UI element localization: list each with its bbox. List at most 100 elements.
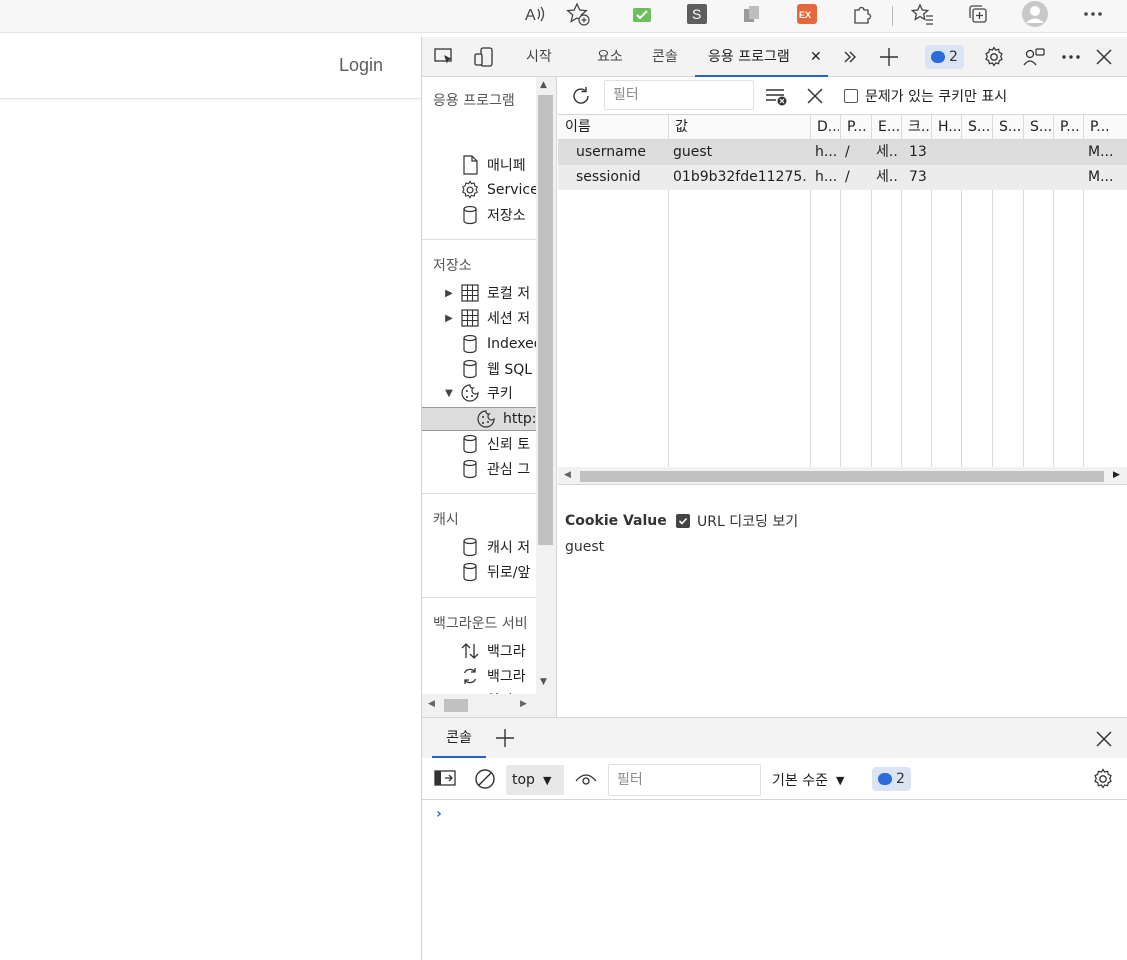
column-header[interactable]: D... <box>817 115 839 140</box>
profile-avatar-icon[interactable] <box>1021 0 1049 28</box>
show-sidebar-icon[interactable] <box>434 769 456 789</box>
column-header[interactable]: S... <box>968 115 991 140</box>
device-emulation-icon[interactable] <box>470 43 498 71</box>
context-selector[interactable]: top ▼ <box>506 765 564 795</box>
customize-more-icon[interactable] <box>1057 43 1085 71</box>
column-header[interactable]: S... <box>999 115 1022 140</box>
column-header[interactable]: 크... <box>908 115 930 140</box>
sidebar-item-web-sql[interactable]: 웹 SQL <box>422 357 536 381</box>
sidebar-item-storage[interactable]: 저장소 <box>422 203 536 227</box>
sidebar-horizontal-scrollbar[interactable]: ◀ ▶ <box>422 694 536 717</box>
console-settings-gear-icon[interactable] <box>1092 768 1114 790</box>
collections-icon[interactable] <box>964 0 992 28</box>
checkbox-checked[interactable] <box>676 514 690 528</box>
drawer-tab-console[interactable]: 콘솔 <box>432 718 486 758</box>
tab-welcome[interactable]: 시작 <box>526 37 552 77</box>
tab-elements[interactable]: 요소 <box>597 37 623 77</box>
settings-gear-icon[interactable] <box>980 43 1008 71</box>
tab-application[interactable]: 응용 프로그램 ✕ <box>695 37 828 77</box>
expand-arrow-icon[interactable]: ▶ <box>444 313 454 324</box>
sidebar-item-session-storage[interactable]: ▶ 세션 저 <box>422 306 536 330</box>
delete-selected-icon[interactable] <box>806 87 824 105</box>
sidebar-item-back-forward-cache[interactable]: 뒤로/앞 <box>422 560 536 584</box>
sidebar-hscroll-thumb[interactable] <box>444 699 468 712</box>
column-header[interactable]: S... <box>1030 115 1052 140</box>
sidebar-item-cookie-origin[interactable]: http: <box>422 407 536 431</box>
close-devtools-icon[interactable] <box>1090 43 1118 71</box>
collapse-arrow-icon[interactable]: ▼ <box>444 388 454 399</box>
add-tab-icon[interactable] <box>875 43 903 71</box>
column-header[interactable]: P... <box>1060 115 1082 140</box>
more-menu-icon[interactable] <box>1079 0 1107 28</box>
sidebar-item-cache-storage[interactable]: 캐시 저 <box>422 535 536 559</box>
scroll-up-arrow-icon[interactable]: ▲ <box>540 80 547 90</box>
console-issues-badge[interactable]: 2 <box>872 767 911 791</box>
sidebar-item-label: 백그라 <box>487 644 526 660</box>
issues-badge[interactable]: 2 <box>925 45 964 69</box>
gear-icon <box>460 180 480 200</box>
tab-console[interactable]: 콘솔 <box>652 37 678 77</box>
inspect-element-icon[interactable] <box>430 43 458 71</box>
expand-arrow-icon[interactable]: ▶ <box>444 288 454 299</box>
sidebar-item-interest-groups[interactable]: 관심 그 <box>422 457 536 481</box>
column-header[interactable]: P... <box>847 115 870 140</box>
extension-green-icon[interactable] <box>628 0 656 28</box>
sidebar-item-cookies[interactable]: ▼ 쿠키 <box>422 381 536 405</box>
refresh-icon[interactable] <box>568 83 594 109</box>
console-filter-input[interactable] <box>608 764 761 796</box>
sidebar-scroll-thumb[interactable] <box>538 95 553 545</box>
sidebar-item-manifest[interactable]: 매니페 <box>422 153 536 177</box>
clear-all-cookies-icon[interactable] <box>764 85 788 107</box>
database-icon <box>460 334 480 354</box>
log-levels-dropdown[interactable]: 기본 수준 ▼ <box>772 770 844 790</box>
console-toolbar: top ▼ 기본 수준 ▼ 2 <box>422 758 1127 800</box>
table-cell: 세... <box>876 144 899 160</box>
extension-copy-icon[interactable] <box>738 0 766 28</box>
column-header[interactable]: E... <box>878 115 900 140</box>
column-header[interactable]: P... <box>1090 115 1127 140</box>
url-decode-checkbox[interactable]: URL 디코딩 보기 <box>676 511 798 531</box>
console-prompt[interactable]: › <box>436 806 442 822</box>
only-issues-checkbox[interactable]: 문제가 있는 쿠키만 표시 <box>844 86 1007 106</box>
add-drawer-tab-icon[interactable] <box>495 728 515 748</box>
devtools-tab-bar: 시작 요소 콘솔 응용 프로그램 ✕ 2 <box>422 37 1127 77</box>
column-header[interactable]: 값 <box>675 115 809 140</box>
checkbox-box[interactable] <box>844 89 858 103</box>
svg-text:A: A <box>525 7 536 24</box>
scroll-down-arrow-icon[interactable]: ▼ <box>540 677 547 687</box>
table-cell: h... <box>815 144 838 160</box>
table-hscroll-thumb[interactable] <box>580 471 1104 482</box>
close-drawer-icon[interactable] <box>1095 730 1113 748</box>
sidebar-item-service-workers[interactable]: Service <box>422 178 539 202</box>
more-tabs-icon[interactable] <box>836 43 864 71</box>
close-tab-icon[interactable]: ✕ <box>810 37 822 77</box>
login-link[interactable]: Login <box>339 55 383 76</box>
table-row[interactable]: username guest h... / 세... 13 M... <box>558 140 1127 165</box>
sidebar-item-trust-tokens[interactable]: 신뢰 토 <box>422 432 536 456</box>
clear-console-icon[interactable] <box>474 768 496 790</box>
extensions-puzzle-icon[interactable] <box>848 0 876 28</box>
favorite-add-icon[interactable] <box>564 0 592 28</box>
scroll-right-arrow-icon[interactable]: ▶ <box>520 699 527 709</box>
sidebar-item-label: 신뢰 토 <box>487 437 531 453</box>
table-row[interactable]: sessionid 01b9b32fde11275... h... / 세... 73 M.… <box>558 165 1127 190</box>
column-header[interactable]: 이름 <box>565 115 667 140</box>
extension-ex-icon[interactable]: EX <box>793 0 821 28</box>
column-header[interactable]: H... <box>938 115 960 140</box>
live-expression-eye-icon[interactable] <box>575 770 597 788</box>
scroll-left-arrow-icon[interactable]: ◀ <box>564 470 571 480</box>
scroll-left-arrow-icon[interactable]: ◀ <box>428 699 435 709</box>
scroll-right-arrow-icon[interactable]: ▶ <box>1113 470 1120 480</box>
sidebar-item-local-storage[interactable]: ▶ 로컬 저 <box>422 281 536 305</box>
read-aloud-icon[interactable]: A <box>521 0 549 28</box>
sidebar-item-background-fetch[interactable]: 백그라 <box>422 639 536 663</box>
cookie-filter-input[interactable] <box>604 80 754 110</box>
sidebar-item-background-sync[interactable]: 백그라 <box>422 664 536 688</box>
table-horizontal-scrollbar[interactable]: ◀ ▶ <box>558 467 1127 484</box>
table-cell <box>1028 165 1051 190</box>
extension-s-icon[interactable]: S <box>683 0 711 28</box>
feedback-icon[interactable] <box>1020 43 1048 71</box>
sidebar-item-indexeddb[interactable]: Indexed <box>422 332 543 356</box>
favorites-icon[interactable] <box>909 0 937 28</box>
table-cell: 13 <box>909 144 927 160</box>
